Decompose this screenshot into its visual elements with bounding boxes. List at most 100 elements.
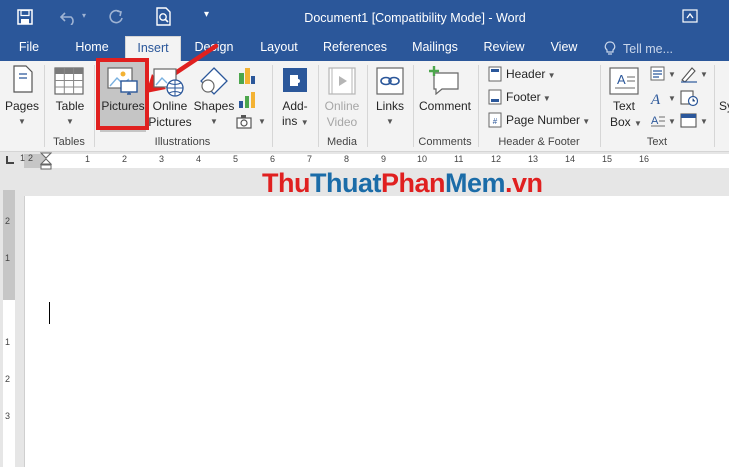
tell-me-text: Tell me...: [623, 42, 674, 56]
title-bar: ▾ ▾ Document1 [Compatibility Mode] - Wor…: [0, 0, 729, 36]
ruler-number: 14: [565, 154, 576, 164]
ruler-number: 2: [28, 153, 34, 163]
text-box-icon: A: [609, 67, 639, 95]
text-group-label: Text: [646, 136, 668, 148]
customize-qat-icon[interactable]: ▾: [204, 9, 209, 20]
ruler-number: 16: [639, 154, 650, 164]
tab-selector-icon[interactable]: [6, 156, 14, 164]
online-pictures-button[interactable]: Online: [147, 99, 193, 114]
ruler-number: 13: [528, 154, 539, 164]
separator: [272, 65, 273, 147]
comment-button[interactable]: Comment: [416, 99, 474, 114]
page-number-button[interactable]: Page Number ▼: [506, 113, 590, 129]
screenshot-icon[interactable]: [236, 114, 254, 130]
tables-group-label: Tables: [53, 136, 85, 148]
ruler-number: 3: [5, 411, 11, 421]
ruler-number: 1: [5, 337, 11, 347]
date-time-icon[interactable]: [680, 89, 698, 107]
ruler-number: 11: [454, 154, 464, 164]
drop-cap-icon[interactable]: A: [650, 113, 666, 129]
tab-references[interactable]: References: [318, 36, 392, 61]
vertical-ruler-top-margin: [3, 190, 15, 300]
shapes-icon: [200, 67, 228, 95]
quick-parts-dropdown-icon[interactable]: ▼: [668, 70, 676, 79]
ruler-number: 3: [159, 154, 165, 164]
ruler-track: [24, 154, 729, 168]
pages-dropdown-icon[interactable]: ▼: [18, 117, 26, 126]
undo-icon[interactable]: [60, 9, 78, 25]
signature-line-icon[interactable]: [680, 65, 698, 83]
add-ins-label-2-text: ins: [282, 114, 298, 128]
tab-layout[interactable]: Layout: [252, 36, 306, 61]
pages-button[interactable]: Pages: [2, 99, 42, 114]
pages-icon: [13, 65, 33, 93]
online-video-label-2: Video: [326, 115, 358, 129]
footer-icon: [488, 89, 502, 105]
shapes-button[interactable]: Shapes: [192, 99, 236, 114]
online-pictures-label-2: Pictures: [148, 115, 192, 129]
print-preview-icon[interactable]: [155, 7, 173, 27]
ruler-number: 2: [5, 374, 11, 384]
separator: [367, 65, 368, 147]
ruler-number: 1: [20, 153, 26, 163]
online-pictures-icon: [153, 68, 184, 97]
add-ins-button[interactable]: Add-: [276, 99, 314, 114]
links-button[interactable]: Links: [370, 99, 410, 114]
vertical-ruler[interactable]: 2 1 1 2 3: [0, 190, 18, 467]
redo-icon[interactable]: [108, 9, 124, 25]
tab-view[interactable]: View: [543, 36, 585, 61]
undo-dropdown-icon[interactable]: ▾: [82, 11, 86, 20]
media-group-label: Media: [327, 136, 357, 148]
document-page[interactable]: [24, 196, 729, 467]
svg-text:A: A: [651, 115, 659, 127]
separator: [600, 65, 601, 147]
object-icon[interactable]: [680, 113, 698, 129]
ruler-number: 1: [85, 154, 91, 164]
online-video-icon: [328, 67, 356, 95]
object-dropdown-icon[interactable]: ▼: [700, 117, 708, 126]
footer-button[interactable]: Footer ▼: [506, 90, 551, 106]
illustrations-group-label: Illustrations: [154, 136, 211, 148]
online-video-button[interactable]: Online: [320, 99, 364, 114]
wordart-icon[interactable]: A: [650, 90, 666, 106]
screenshot-dropdown-icon[interactable]: ▼: [258, 117, 266, 126]
text-box-button[interactable]: Text: [604, 99, 644, 114]
tab-mailings[interactable]: Mailings: [404, 36, 466, 61]
save-icon[interactable]: [17, 9, 33, 25]
comment-icon: [429, 66, 459, 95]
footer-label: Footer: [506, 90, 541, 104]
text-box-dropdown-icon[interactable]: ▼: [634, 119, 642, 128]
watermark-part-4: Mem: [445, 168, 506, 198]
add-ins-dropdown-icon[interactable]: ▼: [301, 118, 309, 127]
watermark-part-2: Thuat: [309, 168, 382, 198]
header-button[interactable]: Header ▼: [506, 67, 556, 83]
smartart-icon[interactable]: [238, 67, 256, 85]
drop-cap-dropdown-icon[interactable]: ▼: [668, 117, 676, 126]
svg-text:A: A: [617, 72, 626, 87]
watermark-logo: ThuThuatPhanMem.vn: [262, 168, 543, 199]
lightbulb-icon: [604, 41, 616, 55]
ribbon-display-options-icon[interactable]: [682, 9, 698, 23]
tab-file[interactable]: File: [12, 36, 46, 61]
signature-line-dropdown-icon[interactable]: ▼: [700, 70, 708, 79]
shapes-dropdown-icon[interactable]: ▼: [210, 117, 218, 126]
table-button[interactable]: Table: [50, 99, 90, 114]
tell-me-box[interactable]: Tell me...: [604, 39, 714, 59]
table-dropdown-icon[interactable]: ▼: [66, 117, 74, 126]
tab-review[interactable]: Review: [478, 36, 530, 61]
text-box-label-2: Box ▼: [610, 115, 642, 129]
separator: [413, 65, 414, 147]
ruler-number: 10: [417, 154, 428, 164]
ruler-number: 7: [307, 154, 313, 164]
quick-parts-icon[interactable]: [650, 66, 666, 82]
header-footer-group-label: Header & Footer: [498, 136, 580, 148]
ruler-number: 15: [602, 154, 613, 164]
watermark-part-1: Thu: [262, 168, 310, 198]
chart-icon[interactable]: [238, 91, 258, 109]
wordart-dropdown-icon[interactable]: ▼: [668, 94, 676, 103]
symbols-button-cut[interactable]: Sy: [719, 99, 729, 114]
watermark-part-3: Phan: [380, 168, 446, 198]
separator: [94, 65, 95, 147]
links-dropdown-icon[interactable]: ▼: [386, 117, 394, 126]
indent-markers-icon[interactable]: [40, 152, 52, 170]
